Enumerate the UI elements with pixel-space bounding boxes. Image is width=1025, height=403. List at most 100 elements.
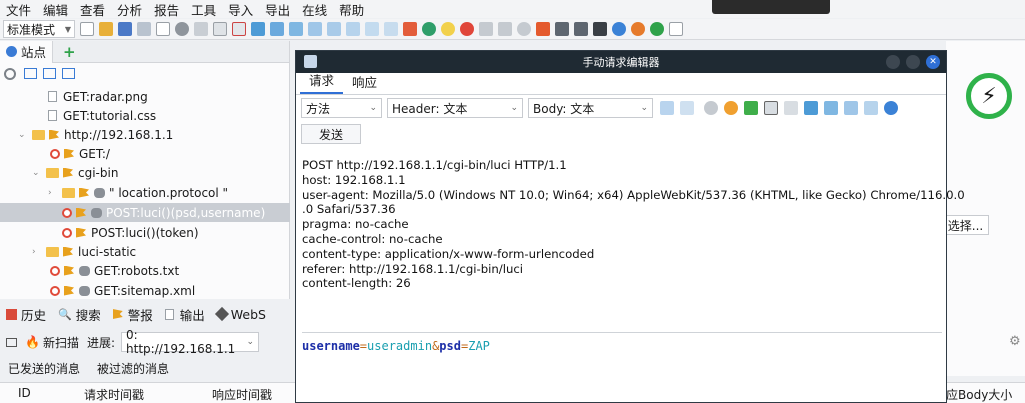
progress-select[interactable]: 0: http://192.168.1.1 ⌄	[121, 328, 260, 356]
menu-report[interactable]: 报告	[148, 0, 185, 19]
drop-icon[interactable]	[536, 22, 550, 36]
editor-splitter[interactable]	[302, 332, 942, 335]
tab-request[interactable]: 请求	[300, 70, 344, 94]
break-disabled-icon[interactable]	[517, 22, 531, 36]
fuzz-icon[interactable]	[574, 22, 588, 36]
minimize-button[interactable]	[886, 55, 900, 69]
chrome-icon[interactable]	[650, 22, 664, 36]
chevron-right-icon[interactable]: ›	[32, 247, 42, 257]
send-button[interactable]: 发送	[301, 124, 361, 144]
request-body-editor[interactable]: username=useradmin&psd=ZAP	[302, 339, 942, 353]
select-button[interactable]: 选择...	[942, 215, 989, 235]
view-icon-7[interactable]	[365, 22, 379, 36]
close-button[interactable]: ✕	[926, 55, 940, 69]
view-icon-4[interactable]	[308, 22, 322, 36]
csrf-icon[interactable]	[804, 101, 818, 115]
tree-node-luci-static[interactable]: › luci-static	[0, 242, 290, 261]
tab-sites[interactable]: 站点	[0, 40, 54, 63]
new-session-icon[interactable]	[80, 22, 94, 36]
tab-filtered-messages[interactable]: 被过滤的消息	[89, 360, 178, 377]
tab-alerts[interactable]: 警报	[107, 305, 159, 324]
menu-file[interactable]: 文件	[0, 0, 37, 19]
tab-response[interactable]: 响应	[343, 72, 386, 94]
tab-history[interactable]: 历史	[0, 305, 52, 324]
import-context-icon[interactable]	[43, 68, 56, 79]
chevron-right-icon[interactable]: ›	[48, 188, 58, 198]
continue-icon[interactable]	[498, 22, 512, 36]
menu-analyze[interactable]: 分析	[111, 0, 148, 19]
step-icon[interactable]	[479, 22, 493, 36]
mode-select[interactable]: 标准模式 ▼	[3, 20, 75, 38]
firefox-icon[interactable]	[631, 22, 645, 36]
method-select[interactable]: 方法 ⌄	[301, 98, 382, 118]
tab-sent-messages[interactable]: 已发送的消息	[0, 360, 89, 377]
snapshot-icon[interactable]	[137, 22, 151, 36]
column-request-time[interactable]: 请求时间戳	[84, 386, 144, 403]
body-mode-select[interactable]: Body: 文本 ⌄	[528, 98, 653, 118]
device-icon[interactable]	[784, 101, 798, 115]
view-icon-1[interactable]	[251, 22, 265, 36]
break-stop-icon[interactable]	[460, 22, 474, 36]
column-response-time[interactable]: 响应时间戳	[212, 386, 272, 403]
new-scan-button[interactable]: 新扫描	[43, 334, 79, 351]
tree-node-sitemap[interactable]: GET:sitemap.xml	[0, 281, 290, 300]
console-icon[interactable]	[593, 22, 607, 36]
tree-node-get-root[interactable]: GET:/	[0, 144, 290, 163]
view-icon-3[interactable]	[289, 22, 303, 36]
manual-request-icon[interactable]	[669, 22, 683, 36]
clear-icon[interactable]	[232, 22, 246, 36]
request-header-editor[interactable]: POST http://192.168.1.1/cgi-bin/luci HTT…	[302, 158, 965, 328]
menu-view[interactable]: 查看	[74, 0, 111, 19]
layout-icon[interactable]	[194, 22, 208, 36]
view-icon-c[interactable]	[864, 101, 878, 115]
edit-icon[interactable]	[213, 22, 227, 36]
menu-edit[interactable]: 编辑	[37, 0, 74, 19]
tree-node-radar[interactable]: GET:radar.png	[0, 87, 290, 106]
view-icon-2[interactable]	[270, 22, 284, 36]
menu-import[interactable]: 导入	[222, 0, 259, 19]
menu-help[interactable]: 帮助	[333, 0, 370, 19]
view-icon-5[interactable]	[327, 22, 341, 36]
tab-output[interactable]: 输出	[159, 305, 211, 324]
tree-node-post-luci-psd[interactable]: POST:luci()(psd,username)	[0, 203, 290, 222]
maximize-button[interactable]	[906, 55, 920, 69]
column-body-size[interactable]: 应Body大小	[946, 386, 1012, 403]
view-icon-8[interactable]	[384, 22, 398, 36]
view-icon-b[interactable]	[844, 101, 858, 115]
tree-node-post-luci-token[interactable]: POST:luci()(token)	[0, 223, 290, 242]
menu-export[interactable]: 导出	[259, 0, 296, 19]
scan-policy-icon[interactable]	[555, 22, 569, 36]
open-session-icon[interactable]	[99, 22, 113, 36]
menu-tools[interactable]: 工具	[185, 0, 222, 19]
gear-icon[interactable]: ⚙	[1009, 334, 1021, 349]
tree-node-location-protocol[interactable]: › " location.protocol "	[0, 183, 290, 202]
chevron-down-icon[interactable]: ⌄	[32, 168, 42, 178]
frame-icon[interactable]	[764, 101, 778, 115]
follow-redirect-icon[interactable]	[744, 101, 758, 115]
column-id[interactable]: ID	[18, 386, 31, 400]
options-gear-icon[interactable]	[175, 22, 189, 36]
layout-tabs-icon[interactable]	[680, 101, 694, 115]
save-session-icon[interactable]	[118, 22, 132, 36]
hint-bulb-icon[interactable]	[441, 22, 455, 36]
chevron-down-icon[interactable]: ⌄	[18, 130, 28, 140]
session-properties-icon[interactable]	[156, 22, 170, 36]
cookie-icon[interactable]	[724, 101, 738, 115]
break-disabled-icon[interactable]	[704, 101, 718, 115]
view-icon-6[interactable]	[346, 22, 360, 36]
help-icon[interactable]	[612, 22, 626, 36]
menu-online[interactable]: 在线	[296, 0, 333, 19]
new-context-icon[interactable]	[24, 68, 37, 79]
tree-node-cgi-bin[interactable]: ⌄ cgi-bin	[0, 163, 290, 182]
layout-split-icon[interactable]	[660, 101, 674, 115]
tab-search[interactable]: 🔍 搜索	[52, 305, 107, 324]
add-context-plus-icon[interactable]: +	[63, 43, 76, 61]
header-mode-select[interactable]: Header: 文本 ⌄	[387, 98, 523, 118]
addons-icon[interactable]	[403, 22, 417, 36]
tree-node-host[interactable]: ⌄ http://192.168.1.1	[0, 125, 290, 144]
view-icon-a[interactable]	[824, 101, 838, 115]
export-context-icon[interactable]	[62, 68, 75, 79]
tree-node-tutorial-css[interactable]: GET:tutorial.css	[0, 106, 290, 125]
tree-node-robots[interactable]: GET:robots.txt	[0, 261, 290, 280]
help-icon[interactable]	[884, 101, 898, 115]
